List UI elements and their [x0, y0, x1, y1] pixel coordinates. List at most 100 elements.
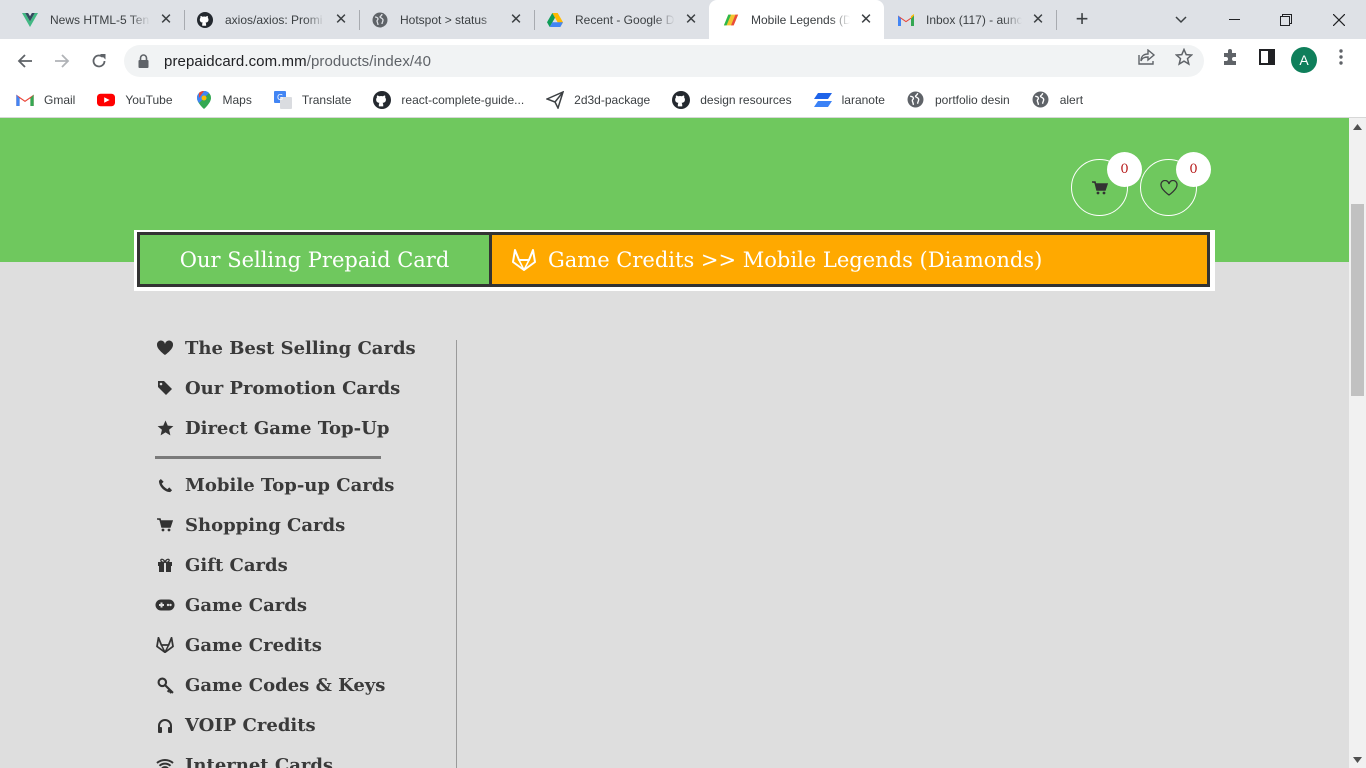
close-icon[interactable]: ✕	[333, 11, 349, 28]
page-content: 0 0 Our Selling Prepaid Card Game Credit…	[0, 118, 1349, 768]
bookmarks-bar: Gmail YouTube Maps G Translate react-com…	[0, 82, 1366, 118]
gamepad-icon	[155, 595, 175, 615]
bookmark-react-complete-guide[interactable]: react-complete-guide...	[373, 90, 524, 109]
phone-icon	[155, 475, 175, 495]
tag-icon	[155, 378, 175, 398]
close-icon[interactable]: ✕	[158, 11, 174, 28]
profile-avatar[interactable]: A	[1291, 47, 1317, 73]
bookmark-label: Gmail	[44, 92, 76, 107]
github-icon	[373, 90, 392, 109]
triangle-up-icon	[1353, 123, 1362, 130]
browser-tab-active[interactable]: Mobile Legends (D ✕	[709, 0, 884, 39]
sidebar-item-label: Our Promotion Cards	[185, 377, 401, 399]
bookmark-2d3d-package[interactable]: 2d3d-package	[546, 90, 651, 109]
sidebar-divider	[155, 456, 381, 459]
content-divider	[456, 340, 457, 768]
cart-icon	[155, 515, 175, 535]
lock-icon[interactable]	[138, 54, 150, 68]
sidebar-item-label: Mobile Top-up Cards	[185, 474, 395, 496]
heart-outline-icon	[1159, 179, 1178, 196]
forward-button[interactable]	[47, 46, 77, 76]
new-tab-button[interactable]: +	[1070, 7, 1094, 31]
browser-tab[interactable]: axios/axios: Promi ✕	[175, 0, 359, 39]
close-icon[interactable]: ✕	[1030, 11, 1046, 28]
sidebar-item-shopping[interactable]: Shopping Cards	[155, 505, 455, 545]
google-drive-icon	[547, 12, 563, 28]
reload-button[interactable]	[84, 46, 114, 76]
tab-title: Mobile Legends (D	[751, 12, 850, 27]
scroll-down-arrow[interactable]	[1349, 751, 1366, 768]
bookmark-label: YouTube	[125, 92, 173, 107]
bookmark-translate[interactable]: G Translate	[273, 90, 352, 109]
bookmark-portfolio-desin[interactable]: portfolio desin	[907, 91, 1010, 109]
send-icon	[546, 90, 565, 109]
side-panel-icon[interactable]	[1257, 47, 1277, 67]
bookmark-gmail[interactable]: Gmail	[16, 91, 75, 109]
translate-icon: G	[273, 90, 292, 109]
globe-icon	[907, 91, 925, 109]
restore-button[interactable]	[1263, 0, 1309, 39]
scrollbar-thumb[interactable]	[1351, 204, 1364, 396]
bookmark-youtube[interactable]: YouTube	[97, 91, 173, 109]
browser-toolbar: prepaidcard.com.mm/products/index/40 A	[0, 39, 1366, 82]
section-title: Our Selling Prepaid Card	[137, 232, 492, 287]
extensions-icon[interactable]	[1220, 47, 1240, 67]
github-icon	[672, 90, 691, 109]
sidebar-item-game-cards[interactable]: Game Cards	[155, 585, 455, 625]
globe-icon	[372, 12, 388, 28]
address-bar[interactable]: prepaidcard.com.mm/products/index/40	[124, 45, 1204, 77]
bookmark-laranote[interactable]: laranote	[813, 91, 885, 109]
browser-tab[interactable]: Hotspot > status ✕	[350, 0, 534, 39]
sidebar-item-internet-cards[interactable]: Internet Cards	[155, 745, 455, 768]
github-icon	[197, 11, 213, 28]
sidebar-item-label: Shopping Cards	[185, 514, 346, 536]
bookmark-label: portfolio desin	[934, 92, 1010, 107]
gmail-icon	[16, 91, 34, 109]
share-icon[interactable]	[1137, 47, 1157, 67]
category-sidebar: The Best Selling Cards Our Promotion Car…	[155, 328, 455, 768]
browser-tab[interactable]: News HTML-5 Ten ✕	[0, 0, 184, 39]
close-icon	[1333, 13, 1345, 26]
scroll-up-arrow[interactable]	[1349, 118, 1366, 135]
bookmark-label: 2d3d-package	[574, 92, 651, 107]
bookmark-label: Translate	[301, 92, 352, 107]
sidebar-item-voip-credits[interactable]: VOIP Credits	[155, 705, 455, 745]
sidebar-item-mobile-topup[interactable]: Mobile Top-up Cards	[155, 465, 455, 505]
sidebar-item-label: Game Codes & Keys	[185, 674, 386, 696]
sidebar-item-game-credits[interactable]: Game Credits	[155, 625, 455, 665]
browser-tab[interactable]: Recent - Google D ✕	[525, 0, 709, 39]
bookmark-star-icon[interactable]	[1174, 47, 1194, 67]
sidebar-item-direct-topup[interactable]: Direct Game Top-Up	[155, 408, 455, 448]
sidebar-item-game-codes-keys[interactable]: Game Codes & Keys	[155, 665, 455, 705]
heart-icon	[155, 338, 175, 358]
vue-icon	[22, 12, 38, 28]
close-icon[interactable]: ✕	[858, 11, 874, 28]
url-path: /products/index/40	[306, 52, 432, 70]
close-icon[interactable]: ✕	[508, 11, 524, 28]
kebab-menu-icon[interactable]	[1331, 47, 1351, 67]
page-scrollbar[interactable]	[1349, 118, 1366, 768]
sidebar-item-promotion[interactable]: Our Promotion Cards	[155, 368, 455, 408]
triangle-down-icon	[1353, 756, 1362, 763]
bookmark-alert[interactable]: alert	[1032, 91, 1083, 109]
sidebar-item-gift-cards[interactable]: Gift Cards	[155, 545, 455, 585]
bookmark-label: alert	[1059, 92, 1084, 107]
tab-separator	[1056, 10, 1057, 30]
close-window-button[interactable]	[1316, 0, 1362, 39]
sidebar-item-label: Game Cards	[185, 594, 307, 616]
sidebar-item-best-selling[interactable]: The Best Selling Cards	[155, 328, 455, 368]
breadcrumb-text: Game Credits >> Mobile Legends (Diamonds…	[548, 247, 1043, 272]
tab-title: News HTML-5 Ten	[50, 12, 150, 27]
back-button[interactable]	[10, 46, 40, 76]
sidebar-item-label: Direct Game Top-Up	[185, 417, 390, 439]
svg-text:G: G	[277, 93, 283, 102]
youtube-icon	[97, 91, 116, 109]
browser-tab[interactable]: Inbox (117) - aunc ✕	[884, 0, 1056, 39]
bookmark-maps[interactable]: Maps	[195, 90, 252, 109]
gmail-icon	[898, 12, 914, 28]
close-icon[interactable]: ✕	[683, 11, 699, 28]
minimize-button[interactable]	[1211, 0, 1257, 39]
tab-search-button[interactable]	[1158, 0, 1204, 39]
bookmark-design-resources[interactable]: design resources	[672, 90, 792, 109]
arrow-left-icon	[17, 54, 32, 68]
